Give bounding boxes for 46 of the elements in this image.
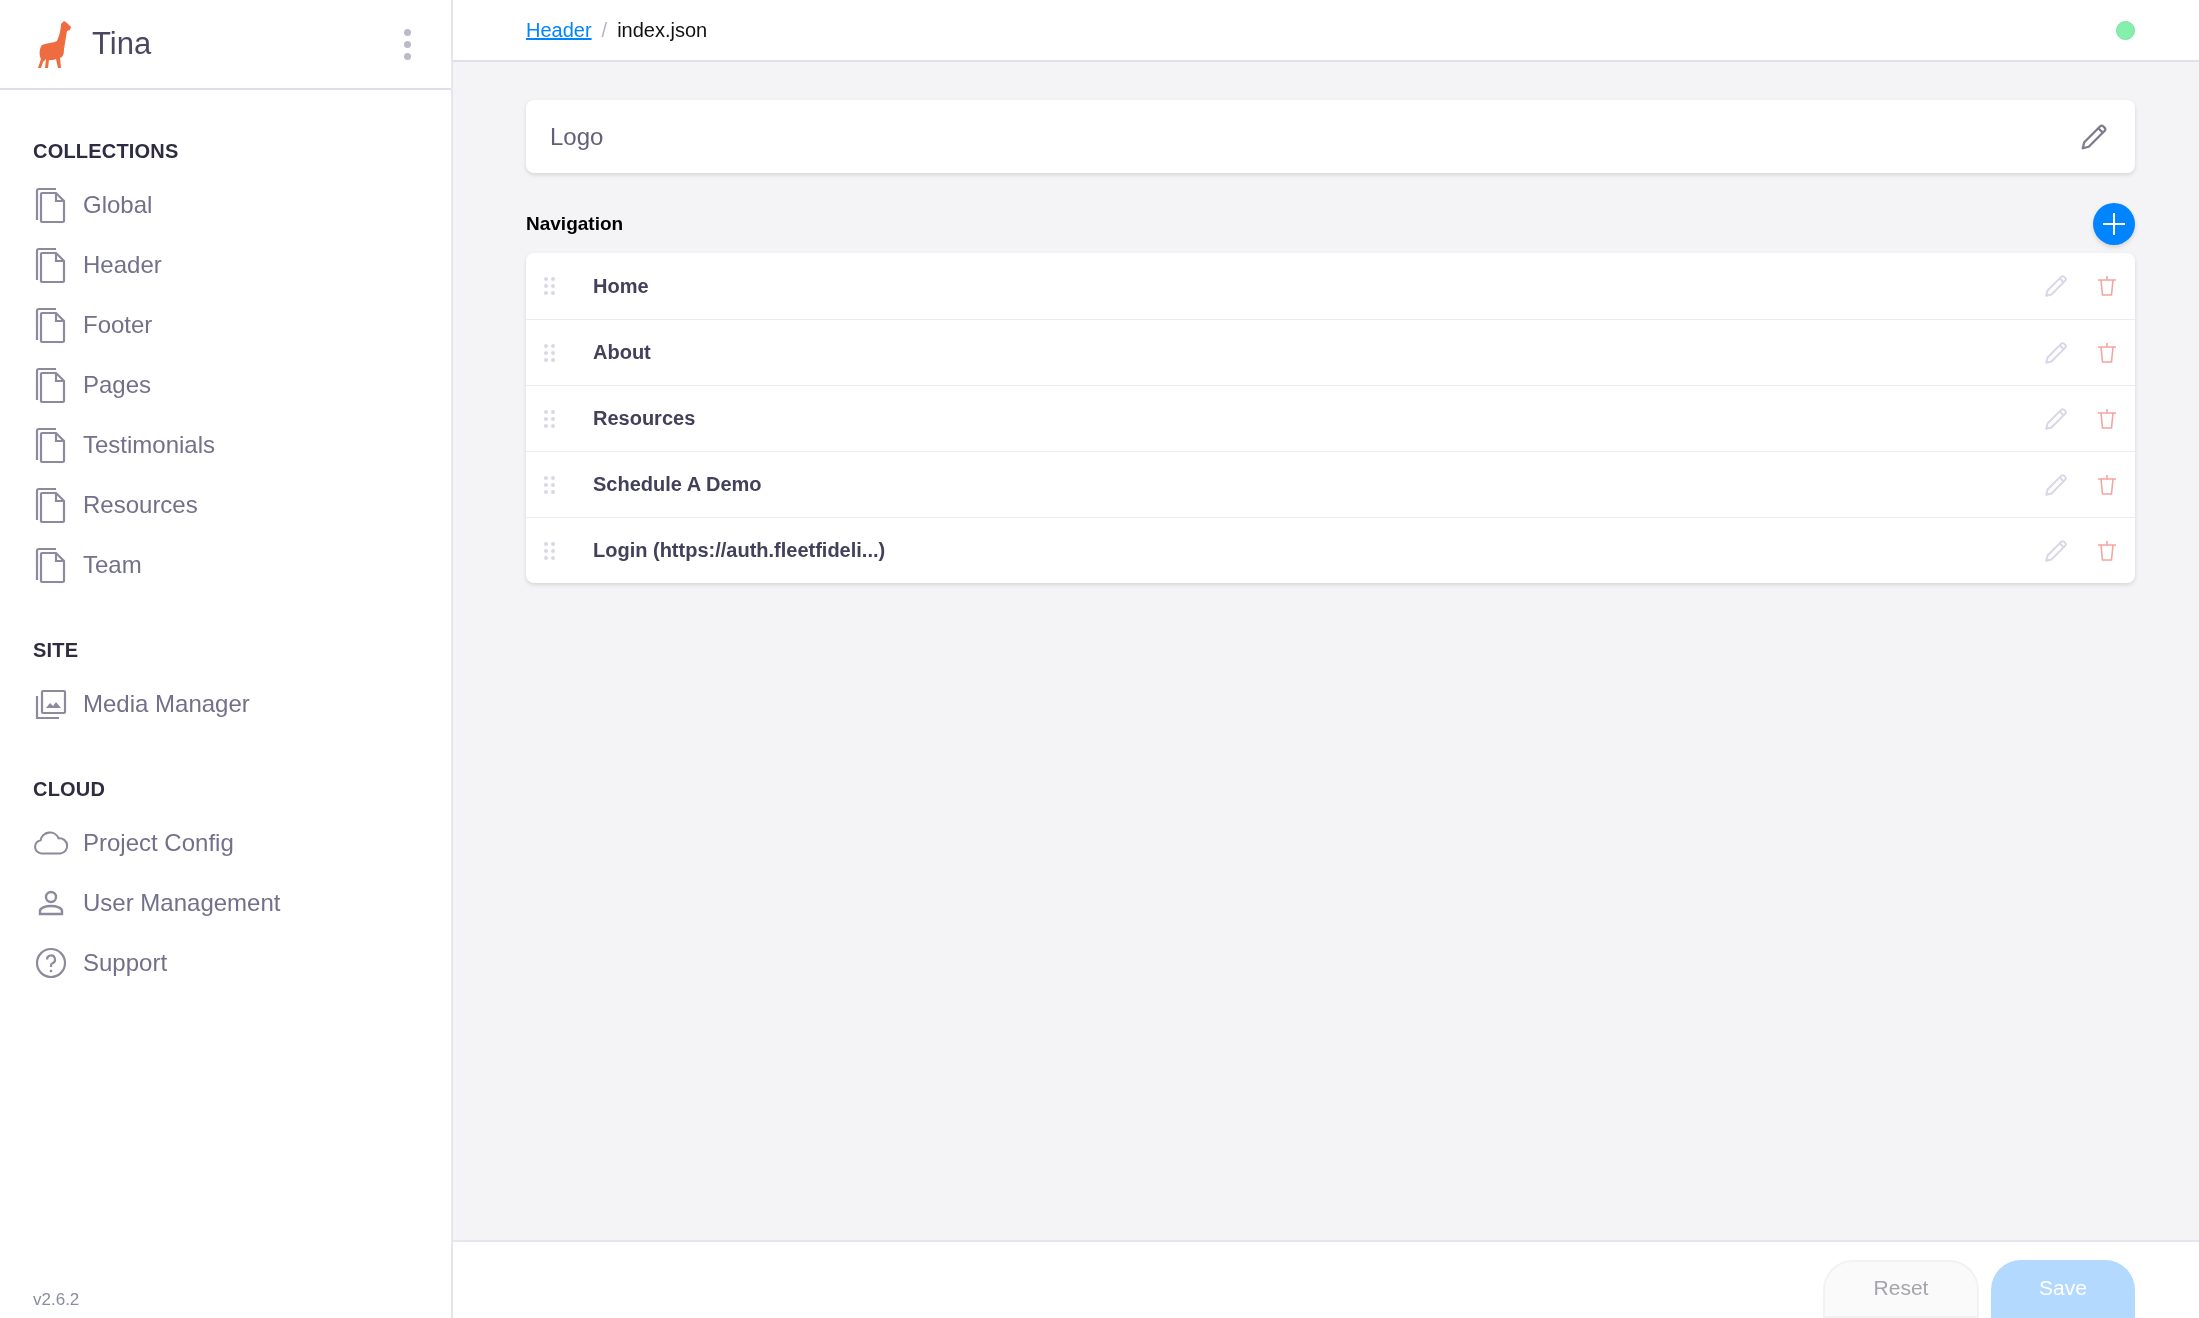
list-item-label[interactable]: Schedule A Demo [593,473,2019,496]
plus-icon [2102,212,2126,236]
status-dot [2116,20,2135,40]
help-icon [35,947,67,979]
user-icon [38,890,64,916]
section-heading: COLLECTIONS [33,140,179,163]
section-title: Navigation [526,213,624,235]
drag-handle[interactable] [544,277,555,295]
drag-handle[interactable] [544,541,555,560]
breadcrumb-separator: / [601,18,608,42]
images-icon [35,688,67,720]
list-item-label[interactable]: Login (https://auth.fleetfideli...) [593,539,2019,562]
drag-handle[interactable] [544,475,555,494]
document-icon [34,426,68,464]
drag-handle[interactable] [544,409,555,428]
breadcrumb-link[interactable]: Header [526,18,592,42]
list-item-label[interactable]: About [593,341,2019,364]
document-icon [34,306,68,344]
document-icon [34,486,68,524]
list-item-label[interactable]: Home [593,274,2019,298]
list-item-label[interactable]: Resources [593,407,2019,430]
document-icon [34,366,68,404]
breadcrumb-current: index.json [617,18,709,42]
version-label: v2.6.2 [33,1290,80,1309]
llama-logo [36,19,74,69]
add-button[interactable] [2093,203,2135,245]
sidebar-item[interactable]: Testimonials [33,415,216,475]
cloud-icon [33,830,69,856]
document-icon [34,546,68,584]
section-heading: CLOUD [33,778,106,801]
section-heading: SITE [33,639,79,662]
sidebar-item[interactable]: Pages [33,355,152,415]
sidebar-item[interactable]: Footer [33,295,153,355]
app-title: Tina [92,26,153,62]
sidebar-item[interactable]: Global [33,175,153,235]
drag-handle[interactable] [544,343,555,362]
sidebar-item[interactable]: Project Config [33,813,234,873]
sidebar-item[interactable]: Support [33,933,168,993]
sidebar-item[interactable]: User Management [33,873,281,933]
sidebar-item[interactable]: Team [33,535,142,595]
sidebar-item[interactable]: Resources [33,475,198,535]
sidebar-item[interactable]: Header [33,235,162,295]
document-icon [34,186,68,224]
logo-field[interactable]: Logo [526,100,2135,173]
document-icon [34,246,68,284]
sidebar-item[interactable]: Media Manager [33,674,250,734]
